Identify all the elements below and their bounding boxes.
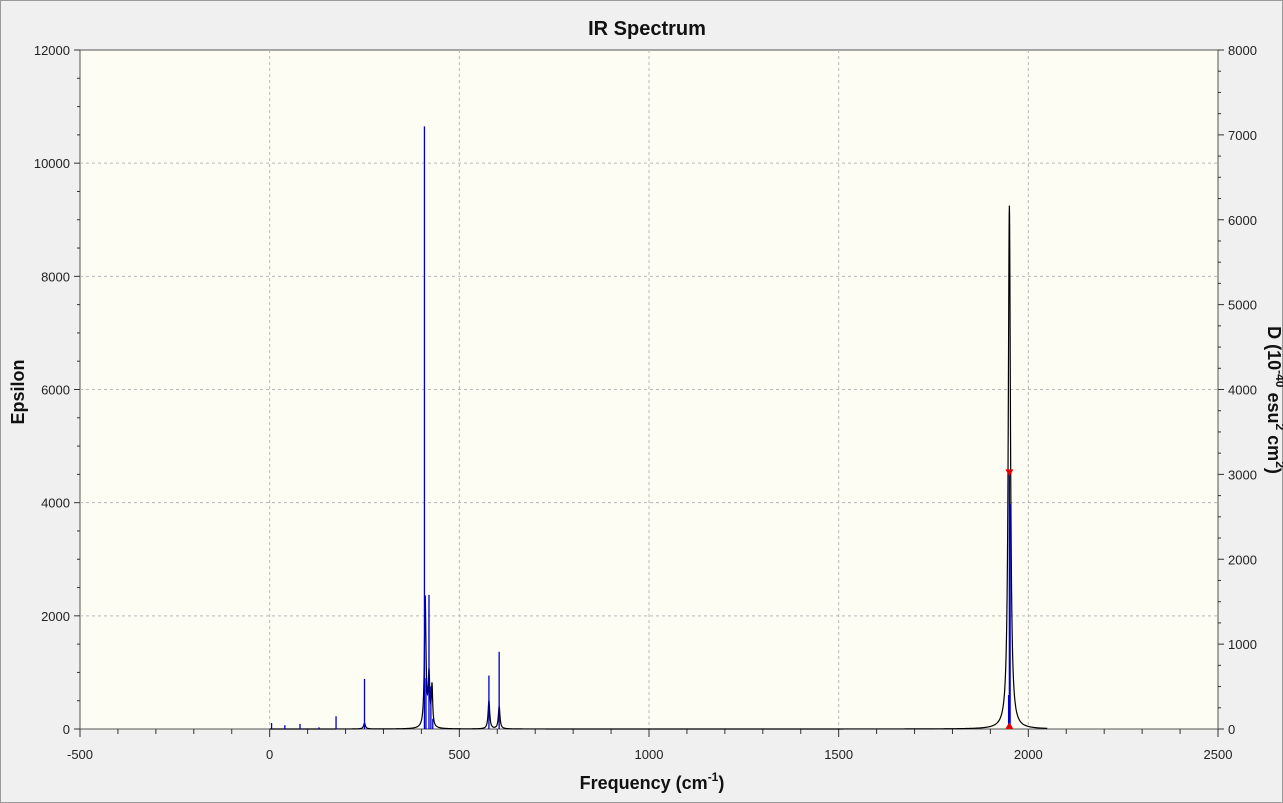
- x-axis-label-close: ): [718, 773, 724, 793]
- ir-spectrum-chart: -500 0 500 1000 1500 2000 2500 0 2000 4000 6000 800…: [0, 0, 1283, 803]
- x-axis-label-sup: -1: [708, 770, 719, 784]
- y2-label-part-6: ): [1264, 468, 1283, 474]
- x-axis-label-main: Frequency (cm: [580, 773, 708, 793]
- x-tick-label: -500: [67, 747, 93, 762]
- x-tick-label: 2000: [1014, 747, 1043, 762]
- y-tick-label: 4000: [41, 496, 70, 511]
- y-tick-label: 12000: [34, 43, 70, 58]
- x-tick-label: 2500: [1204, 747, 1233, 762]
- y2-tick-label: 0: [1228, 722, 1235, 737]
- x-tick-label: 1500: [824, 747, 853, 762]
- y2-tick-label: 7000: [1228, 128, 1257, 143]
- y2-tick-label: 8000: [1228, 43, 1257, 58]
- y2-axis-label: D (10-40 esu2 cm2): [1264, 326, 1283, 474]
- x-tick-label: 1000: [635, 747, 664, 762]
- y-axis-label: Epsilon: [8, 359, 28, 424]
- y2-label-part-0: D (10: [1264, 326, 1283, 370]
- y2-label-part-4: cm: [1264, 430, 1283, 461]
- y2-tick-label: 2000: [1228, 552, 1257, 567]
- y-tick-label: 0: [63, 722, 70, 737]
- chart-title: IR Spectrum: [588, 18, 706, 40]
- y-tick-label: 6000: [41, 383, 70, 398]
- y2-label-part-1: -40: [1273, 370, 1283, 388]
- y2-label-part-2: esu: [1264, 387, 1283, 423]
- y2-tick-label: 5000: [1228, 298, 1257, 313]
- y2-tick-label: 3000: [1228, 467, 1257, 482]
- y-tick-label: 10000: [34, 156, 70, 171]
- x-tick-label: 500: [448, 747, 470, 762]
- y2-tick-label: 1000: [1228, 637, 1257, 652]
- x-tick-label: 0: [266, 747, 273, 762]
- y2-tick-label: 4000: [1228, 383, 1257, 398]
- x-axis-label: Frequency (cm-1): [580, 770, 725, 793]
- y2-tick-label: 6000: [1228, 213, 1257, 228]
- y-tick-label: 2000: [41, 609, 70, 624]
- y-tick-label: 8000: [41, 269, 70, 284]
